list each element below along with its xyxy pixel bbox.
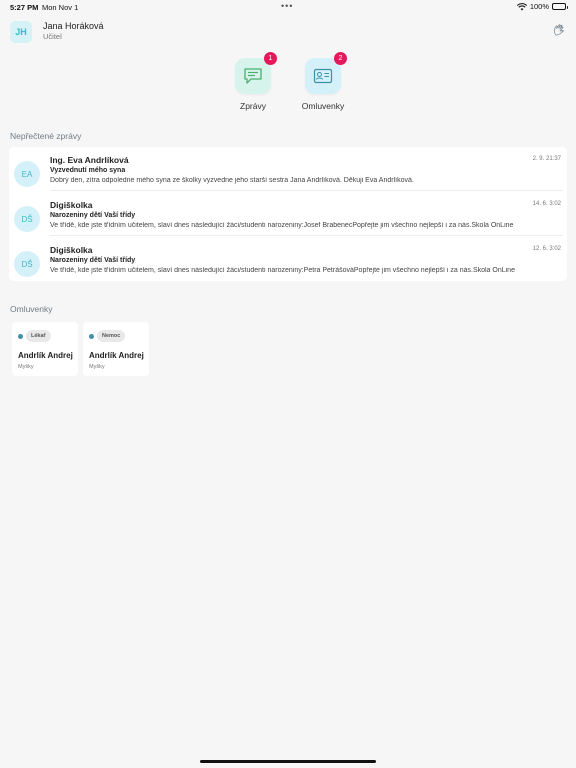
message-date: 2. 9. 21:37: [532, 156, 561, 162]
excuse-student-name: Andrlík Andrej: [18, 351, 73, 360]
excuse-card[interactable]: Nemoc Andrlík Andrej Myšky: [83, 322, 149, 376]
status-dot-icon: [18, 334, 23, 339]
excuse-reason-tag: Nemoc: [97, 330, 126, 342]
message-subject: Vyzvednutí mého syna: [50, 167, 126, 174]
messages-badge: 1: [264, 52, 277, 65]
excuse-student-name: Andrlík Andrej: [89, 351, 144, 360]
message-row[interactable]: EA Ing. Eva Andrlíková Vyzvednutí mého s…: [9, 147, 567, 191]
excuse-card[interactable]: Lékař Andrlík Andrej Myšky: [12, 322, 78, 376]
message-preview: Ve třídě, kde jste třídním učitelem, sla…: [50, 222, 514, 229]
status-right: 100%: [516, 2, 568, 11]
user-header: JH Jana Horáková Učitel: [10, 18, 566, 46]
excuses-label: Omluvenky: [301, 101, 345, 111]
message-subject: Narozeniny dětí Vaší třídy: [50, 212, 136, 219]
excuse-class: Myšky: [18, 364, 34, 370]
message-sender: Digiškolka: [50, 245, 93, 255]
user-role: Učitel: [43, 32, 62, 41]
quick-action-messages[interactable]: 1 Zprávy: [223, 52, 283, 111]
messages-tile[interactable]: 1: [235, 52, 277, 94]
message-preview: Dobrý den, zítra odpoledne mého syna ze …: [50, 177, 414, 184]
chat-icon: [244, 68, 262, 84]
status-dot-icon: [89, 334, 94, 339]
sender-avatar: DŠ: [14, 251, 40, 277]
multitasking-dots-icon[interactable]: •••: [281, 1, 293, 11]
sender-avatar: DŠ: [14, 206, 40, 232]
message-date: 12. 6. 3:02: [532, 246, 561, 252]
excuse-class: Myšky: [89, 364, 105, 370]
quick-action-excuses[interactable]: 2 Omluvenky: [293, 52, 353, 111]
battery-icon: [552, 3, 568, 10]
status-date: Mon Nov 1: [42, 3, 79, 12]
unread-messages-heading: Nepřečtené zprávy: [10, 131, 82, 141]
id-card-icon: [313, 68, 333, 84]
unread-messages-list: EA Ing. Eva Andrlíková Vyzvednutí mého s…: [9, 147, 567, 281]
message-subject: Narozeniny dětí Vaší třídy: [50, 257, 136, 264]
status-time: 5:27 PM: [10, 3, 39, 12]
message-sender: Digiškolka: [50, 200, 93, 210]
excuses-heading: Omluvenky: [10, 304, 53, 314]
row-divider: [50, 235, 563, 236]
status-bar: 5:27 PM Mon Nov 1 ••• 100%: [0, 0, 576, 14]
user-avatar[interactable]: JH: [10, 21, 32, 43]
messages-label: Zprávy: [240, 101, 266, 111]
message-date: 14. 6. 3:02: [532, 201, 561, 207]
home-indicator[interactable]: [200, 760, 376, 763]
user-name: Jana Horáková: [43, 21, 104, 31]
message-sender: Ing. Eva Andrlíková: [50, 155, 129, 165]
row-divider: [50, 190, 563, 191]
wifi-icon: [516, 2, 527, 10]
message-preview: Ve třídě, kde jste třídním učitelem, sla…: [50, 267, 515, 274]
battery-percent: 100%: [529, 2, 549, 11]
sender-avatar: EA: [14, 161, 40, 187]
excuses-badge: 2: [334, 52, 347, 65]
excuses-tile[interactable]: 2: [305, 52, 347, 94]
excuse-reason-tag: Lékař: [26, 330, 51, 342]
message-row[interactable]: DŠ Digiškolka Narozeniny dětí Vaší třídy…: [9, 237, 567, 281]
message-row[interactable]: DŠ Digiškolka Narozeniny dětí Vaší třídy…: [9, 192, 567, 236]
wave-hand-icon[interactable]: [552, 23, 566, 37]
